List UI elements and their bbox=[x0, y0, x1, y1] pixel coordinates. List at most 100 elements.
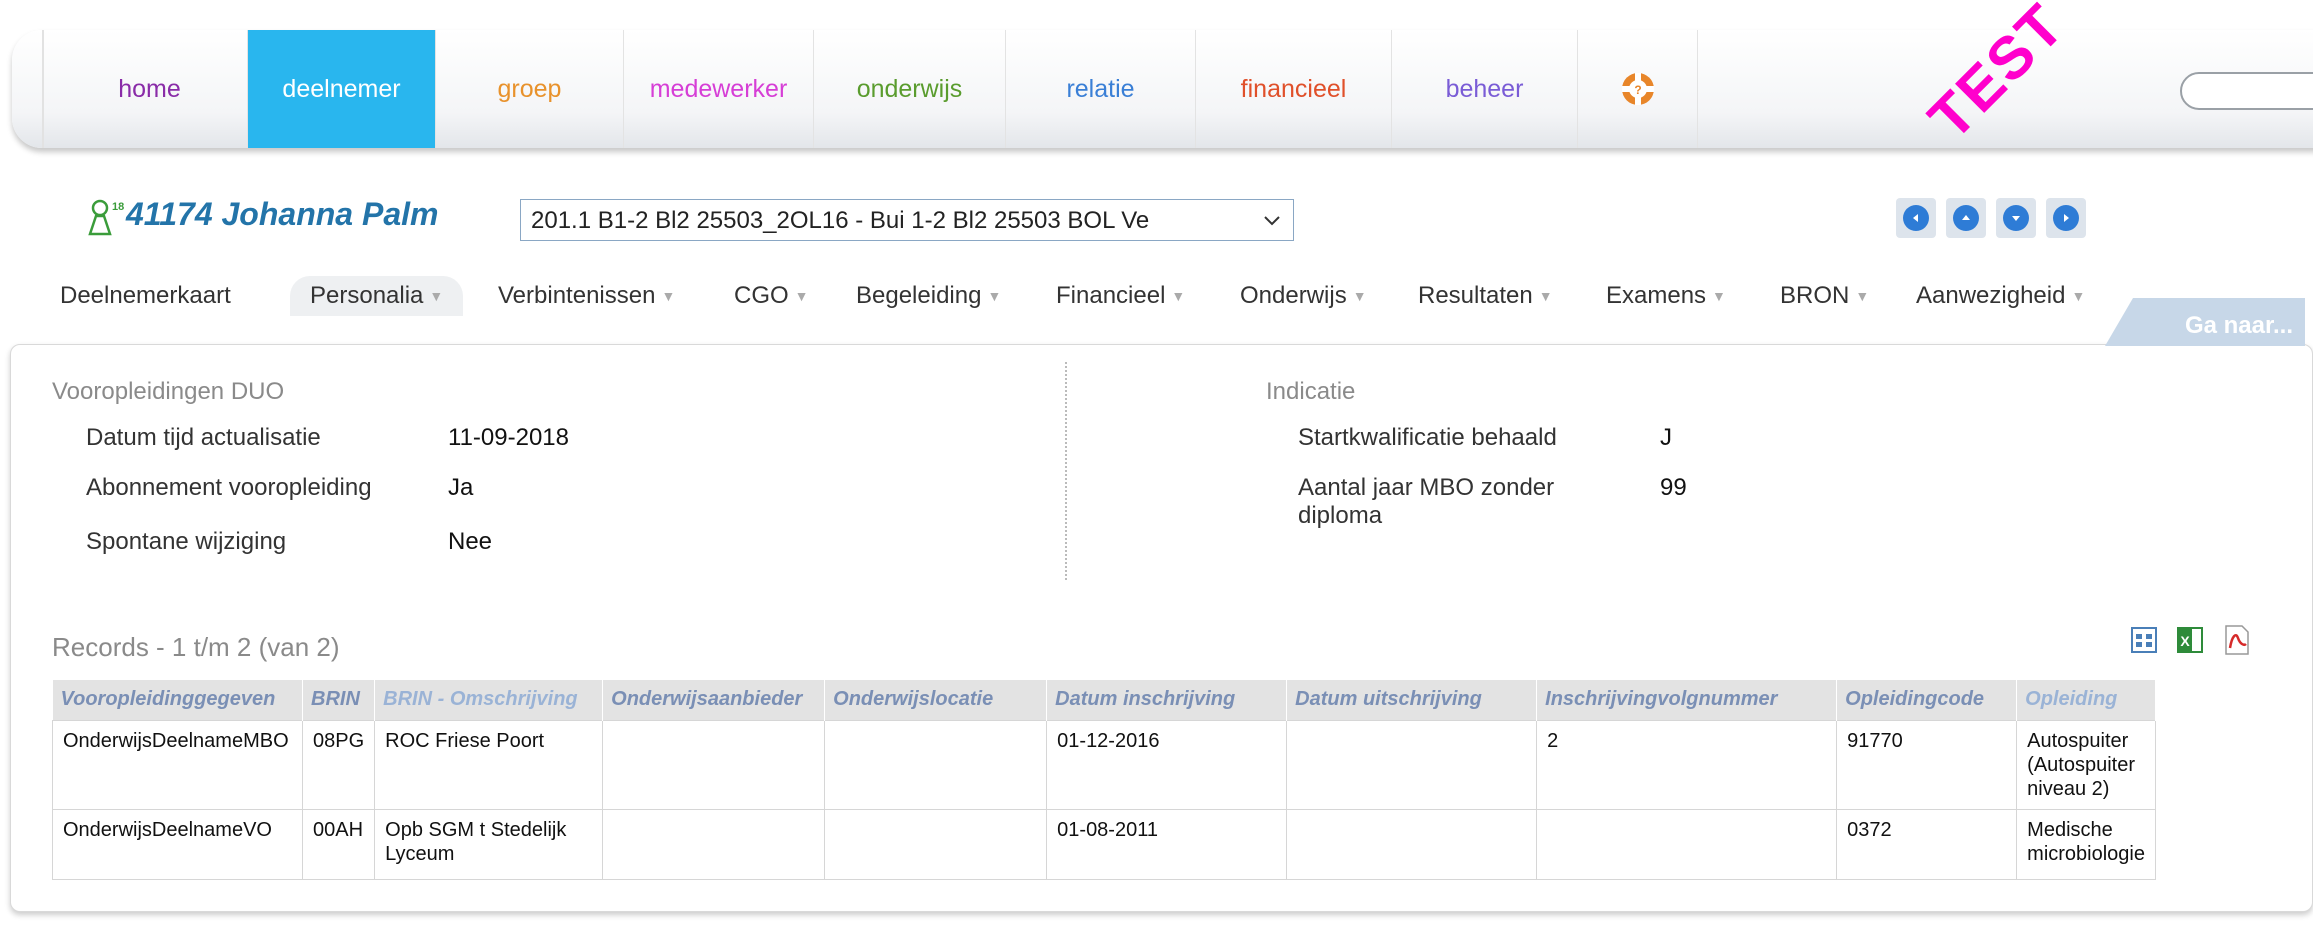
first-record-button[interactable] bbox=[1896, 198, 1936, 238]
column-header[interactable]: Inschrijvingvolgnummer bbox=[1536, 680, 1838, 720]
column-header[interactable]: Onderwijsaanbieder bbox=[602, 680, 826, 720]
nav-tab-label: home bbox=[118, 74, 181, 103]
caret-down-icon: ▼ bbox=[1352, 288, 1367, 304]
nav-tab-label: beheer bbox=[1445, 74, 1524, 103]
table-cell: 91770 bbox=[1836, 719, 2018, 810]
submenu-examens[interactable]: Examens ▼ bbox=[1606, 276, 1726, 316]
svg-text:?: ? bbox=[1634, 83, 1641, 97]
submenu-label: Personalia bbox=[310, 282, 424, 309]
svg-text:18: 18 bbox=[112, 201, 124, 213]
last-record-button[interactable] bbox=[2046, 198, 2086, 238]
student-icon: 18 bbox=[88, 199, 124, 236]
column-header[interactable]: BRIN - Omschrijving bbox=[374, 680, 604, 720]
nav-tab-beheer[interactable]: beheer bbox=[1392, 30, 1578, 148]
section-title-indicatie: Indicatie bbox=[1266, 378, 1356, 405]
nav-tab-relatie[interactable]: relatie bbox=[1006, 30, 1196, 148]
table-header-row: Vooropleidinggegeven BRIN BRIN - Omschri… bbox=[52, 680, 2156, 720]
submenu-verbintenissen[interactable]: Verbintenissen ▼ bbox=[498, 276, 675, 316]
goto-button[interactable]: Ga naar... bbox=[2105, 298, 2305, 346]
goto-label: Ga naar... bbox=[2184, 312, 2293, 339]
column-header[interactable]: Datum inschrijving bbox=[1046, 680, 1288, 720]
field-value: Nee bbox=[448, 528, 493, 555]
column-header[interactable]: Opleiding bbox=[2016, 680, 2156, 720]
column-header[interactable]: Opleidingcode bbox=[1836, 680, 2018, 720]
section-divider bbox=[1065, 362, 1067, 580]
caret-down-icon: ▼ bbox=[1538, 288, 1553, 304]
submenu-label: CGO bbox=[734, 282, 789, 309]
submenu-bron[interactable]: BRON ▼ bbox=[1780, 276, 1869, 316]
table-row[interactable]: OnderwijsDeelnameMBO 08PG ROC Friese Poo… bbox=[52, 719, 2156, 810]
submenu-onderwijs[interactable]: Onderwijs ▼ bbox=[1240, 276, 1367, 316]
nav-tab-groep[interactable]: groep bbox=[436, 30, 624, 148]
student-name: 41174 Johanna Palm bbox=[126, 196, 439, 232]
table-cell: 01-12-2016 bbox=[1046, 719, 1288, 810]
submenu-financieel[interactable]: Financieel ▼ bbox=[1056, 276, 1185, 316]
nav-tab-onderwijs[interactable]: onderwijs bbox=[814, 30, 1006, 148]
field-label: Startkwalificatie behaald bbox=[1298, 424, 1557, 451]
field-value: 11-09-2018 bbox=[448, 424, 569, 451]
nav-tab-deelnemer[interactable]: deelnemer bbox=[248, 30, 436, 148]
table-cell: Autospuiter (Autospuiter niveau 2) bbox=[2016, 719, 2156, 810]
nav-tab-home[interactable]: home bbox=[52, 30, 248, 148]
submenu-label: Financieel bbox=[1056, 282, 1166, 309]
submenu-resultaten[interactable]: Resultaten ▼ bbox=[1418, 276, 1553, 316]
column-header[interactable]: BRIN bbox=[302, 680, 376, 720]
search-input[interactable] bbox=[2180, 72, 2313, 110]
column-header[interactable]: Datum uitschrijving bbox=[1286, 680, 1538, 720]
nav-bar-edge bbox=[42, 30, 44, 148]
field-value: Ja bbox=[448, 474, 474, 501]
previous-record-button[interactable] bbox=[1946, 198, 1986, 238]
table-cell bbox=[1536, 808, 1838, 880]
table-cell: Medische microbiologie bbox=[2016, 808, 2156, 880]
nav-tab-financieel[interactable]: financieel bbox=[1196, 30, 1392, 148]
nav-tab-label: relatie bbox=[1066, 74, 1135, 103]
chevron-down-icon bbox=[1264, 216, 1280, 226]
table-cell: OnderwijsDeelnameMBO bbox=[52, 719, 303, 810]
table-cell: 0372 bbox=[1836, 808, 2018, 880]
submenu-label: Examens bbox=[1606, 282, 1707, 309]
enrollment-select[interactable]: 201.1 B1-2 Bl2 25503_2OL16 - Bui 1-2 Bl2… bbox=[520, 199, 1294, 241]
submenu-label: Verbintenissen bbox=[498, 282, 656, 309]
table-cell bbox=[602, 808, 826, 880]
table-cell bbox=[1286, 808, 1538, 880]
pdf-icon[interactable] bbox=[2220, 624, 2252, 656]
submenu-label: BRON bbox=[1780, 282, 1850, 309]
nav-tab-medewerker[interactable]: medewerker bbox=[624, 30, 814, 148]
nav-tab-label: medewerker bbox=[649, 74, 788, 103]
excel-icon[interactable]: X bbox=[2174, 624, 2206, 656]
submenu-deelnemerkaart[interactable]: Deelnemerkaart bbox=[60, 276, 231, 316]
table-cell bbox=[824, 808, 1048, 880]
caret-down-icon: ▼ bbox=[1855, 288, 1870, 304]
next-record-button[interactable] bbox=[1996, 198, 2036, 238]
records-count: Records - 1 t/m 2 (van 2) bbox=[52, 632, 340, 662]
last-icon bbox=[2053, 205, 2079, 231]
caret-down-icon: ▼ bbox=[987, 288, 1002, 304]
submenu-label: Deelnemerkaart bbox=[60, 282, 231, 309]
nav-tab-label: groep bbox=[497, 74, 562, 103]
export-toolbar: X bbox=[2128, 624, 2252, 656]
column-header[interactable]: Onderwijslocatie bbox=[824, 680, 1048, 720]
submenu-personalia[interactable]: Personalia ▼ bbox=[290, 276, 464, 316]
submenu-aanwezigheid[interactable]: Aanwezigheid ▼ bbox=[1916, 276, 2085, 316]
previous-icon bbox=[1953, 205, 1979, 231]
help-button[interactable]: ? bbox=[1578, 30, 1698, 148]
table-cell: 08PG bbox=[301, 719, 376, 810]
field-value: J bbox=[1660, 424, 1672, 451]
table-cell: OnderwijsDeelnameVO bbox=[52, 808, 303, 880]
table-cell: ROC Friese Poort bbox=[374, 719, 604, 810]
nav-tab-label: financieel bbox=[1240, 74, 1347, 103]
caret-down-icon: ▼ bbox=[2071, 288, 2086, 304]
print-icon[interactable] bbox=[2128, 624, 2160, 656]
submenu-label: Begeleiding bbox=[856, 282, 982, 309]
next-icon bbox=[2003, 205, 2029, 231]
submenu-label: Aanwezigheid bbox=[1916, 282, 2066, 309]
submenu-cgo[interactable]: CGO ▼ bbox=[734, 276, 809, 316]
nav-tab-label: deelnemer bbox=[282, 74, 401, 103]
caret-down-icon: ▼ bbox=[1171, 288, 1186, 304]
table-row[interactable]: OnderwijsDeelnameVO 00AH Opb SGM t Stede… bbox=[52, 808, 2156, 880]
first-icon bbox=[1903, 205, 1929, 231]
submenu-begeleiding[interactable]: Begeleiding ▼ bbox=[856, 276, 1001, 316]
field-label: Datum tijd actualisatie bbox=[86, 424, 321, 451]
records-table: Vooropleidinggegeven BRIN BRIN - Omschri… bbox=[52, 680, 2156, 880]
column-header[interactable]: Vooropleidinggegeven bbox=[52, 680, 303, 720]
